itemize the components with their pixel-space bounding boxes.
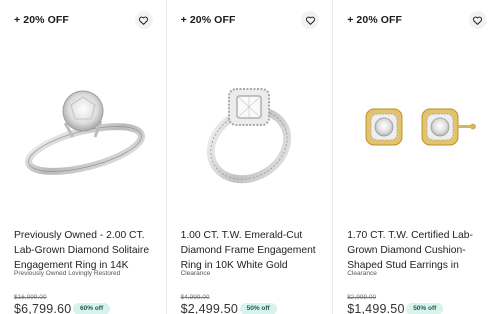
wishlist-button[interactable]	[468, 11, 487, 29]
product-title[interactable]: 1.00 CT. T.W. Emerald-Cut Diamond Frame …	[181, 229, 323, 273]
halo-ring-image[interactable]	[167, 40, 333, 205]
heart-icon	[139, 16, 149, 25]
promo-label: + 20% OFF	[347, 14, 403, 26]
product-grid: + 20% OFF Previously Owned - 2.00 CT. La…	[0, 0, 500, 314]
product-title[interactable]: Previously Owned - 2.00 CT. Lab-Grown Di…	[14, 229, 156, 273]
discount-badge: 50% off	[239, 303, 277, 314]
wishlist-button[interactable]	[301, 11, 320, 29]
promo-label: + 20% OFF	[14, 14, 69, 26]
discount-badge: 50% off	[406, 303, 444, 314]
sale-price: $2,499.50	[180, 302, 239, 314]
discount-badge: 60% off	[73, 303, 111, 314]
product-title[interactable]: 1.70 CT. T.W. Certified Lab-Grown Diamon…	[347, 229, 490, 273]
product-card[interactable]: + 20% OFF 1.00 CT. T.W. Emerald-Cut Diam…	[167, 0, 334, 314]
stud-earrings-image[interactable]	[333, 40, 500, 205]
product-subtitle: Previously Owned Lovingly Restored	[14, 270, 121, 277]
original-price: $16,999.00	[14, 294, 47, 301]
sale-price: $6,799.60	[14, 302, 72, 314]
product-subtitle: Clearance	[180, 270, 211, 277]
promo-label: + 20% OFF	[180, 14, 236, 26]
solitaire-ring-image[interactable]	[0, 40, 166, 205]
product-card[interactable]: + 20% OFF 1.70 CT. T.W. Certified Lab-Gr…	[333, 0, 500, 314]
original-price: $2,999.00	[347, 294, 377, 301]
product-subtitle: Clearance	[347, 270, 377, 277]
original-price: $4,999.00	[180, 294, 210, 301]
sale-price: $1,499.50	[347, 302, 405, 314]
heart-icon	[305, 16, 315, 25]
heart-icon	[473, 16, 483, 25]
wishlist-button[interactable]	[134, 11, 153, 29]
product-card[interactable]: + 20% OFF Previously Owned - 2.00 CT. La…	[0, 0, 167, 314]
